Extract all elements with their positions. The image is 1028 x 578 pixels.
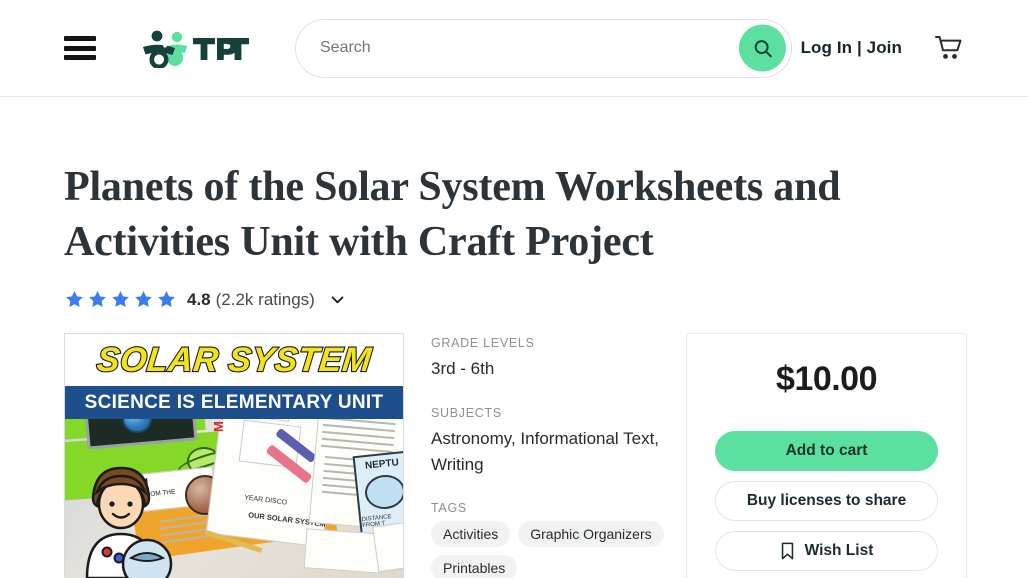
hamburger-menu-icon[interactable] — [64, 36, 96, 60]
star-rating — [64, 289, 177, 310]
bookmark-icon — [781, 542, 793, 560]
price: $10.00 — [776, 360, 878, 399]
thumbnail-mars-label: MARS — [211, 419, 226, 432]
rating-count: (2.2k ratings) — [215, 289, 315, 309]
purchase-panel: $10.00 Add to cart Buy licenses to share… — [686, 333, 967, 578]
tpt-logo-mark — [143, 30, 249, 68]
main-content: Planets of the Solar System Worksheets a… — [0, 160, 1028, 578]
grade-levels-label: GRADE LEVELS — [431, 336, 535, 351]
login-join-link[interactable]: Log In | Join — [801, 38, 902, 58]
thumbnail-subtitle-band: SCIENCE IS ELEMENTARY UNIT — [65, 386, 403, 420]
product-details: GRADE LEVELS 3rd - 6th SUBJECTS Astronom… — [431, 333, 686, 578]
thumbnail-collage: ◀◀◀ NET FROM THE MARS YEAR DISCO OUR SOL… — [65, 419, 403, 578]
header-actions: Log In | Join — [801, 34, 964, 62]
thumbnail-title: SOLAR SYSTEM — [94, 340, 374, 380]
thumbnail-title-band: SOLAR SYSTEM — [65, 334, 403, 387]
shopping-cart-icon — [935, 36, 962, 59]
hamburger-bar — [64, 55, 96, 60]
tpt-logo[interactable] — [131, 28, 249, 68]
add-to-cart-button[interactable]: Add to cart — [715, 431, 938, 472]
rating-expand-button[interactable] — [329, 291, 346, 308]
buy-licenses-button[interactable]: Buy licenses to share — [715, 481, 938, 522]
grade-levels-value: 3rd - 6th — [431, 359, 495, 379]
thumbnail-subtitle: SCIENCE IS ELEMENTARY UNIT — [84, 391, 384, 413]
tags-label: TAGS — [431, 501, 467, 516]
star-icon — [66, 291, 83, 308]
subjects-value: Astronomy, Informational Text, Writing — [431, 428, 660, 474]
product-overview: SOLAR SYSTEM SCIENCE IS ELEMENTARY UNIT — [64, 333, 967, 578]
star-icon — [112, 291, 129, 308]
site-header: Log In | Join — [0, 0, 1028, 97]
search-submit-button[interactable] — [739, 24, 786, 72]
star-icon — [158, 291, 175, 308]
astronaut-kid-illustration — [73, 458, 178, 578]
star-icon — [89, 291, 106, 308]
tag-chip[interactable]: Activities — [431, 521, 511, 548]
search-icon — [754, 39, 772, 57]
rating-value: 4.8 — [187, 289, 211, 309]
tag-chip[interactable]: Printables — [431, 555, 518, 578]
search-bar — [295, 18, 792, 78]
search-input[interactable] — [295, 18, 792, 78]
tag-list: Activities Graphic Organizers Printables — [431, 521, 686, 578]
wish-list-label: Wish List — [804, 542, 874, 560]
hamburger-bar — [64, 36, 96, 41]
hamburger-bar — [64, 45, 96, 51]
tag-chip[interactable]: Graphic Organizers — [518, 521, 664, 548]
subjects-label: SUBJECTS — [431, 405, 502, 420]
product-thumbnail[interactable]: SOLAR SYSTEM SCIENCE IS ELEMENTARY UNIT — [64, 333, 404, 578]
star-icon — [135, 291, 152, 308]
page-title: Planets of the Solar System Worksheets a… — [64, 164, 841, 265]
chevron-down-icon — [331, 296, 344, 304]
rating-summary: 4.8 (2.2k ratings) — [64, 289, 964, 310]
wish-list-button[interactable]: Wish List — [715, 531, 938, 572]
cart-button[interactable] — [934, 34, 964, 62]
